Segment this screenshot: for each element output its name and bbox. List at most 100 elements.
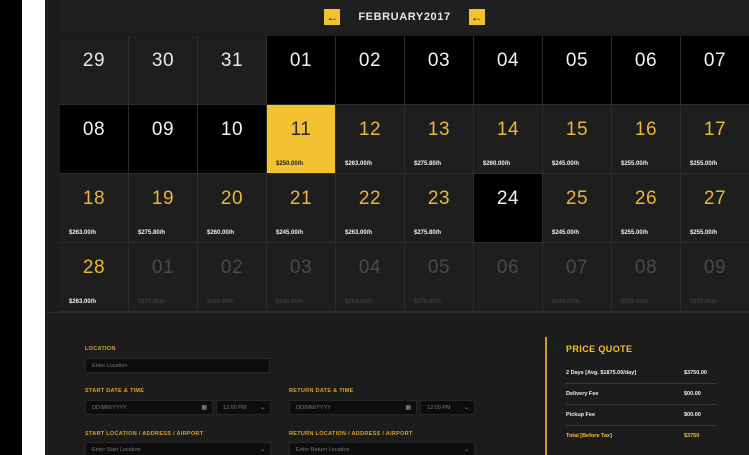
calendar-day-cell[interactable]: 24 bbox=[474, 174, 543, 243]
quote-total-value: $3750 bbox=[684, 433, 700, 439]
day-number: 31 bbox=[220, 50, 244, 71]
calendar-day-cell[interactable]: 20 $260.00/h bbox=[198, 174, 267, 243]
day-number: 01 bbox=[289, 50, 313, 71]
calendar-grid: 29 30 31 01 02 03 04 05 06 07 08 09 10 11 $250.00/h 12 $… bbox=[60, 36, 749, 312]
calendar-day-cell[interactable]: 14 $260.00/h bbox=[474, 105, 543, 174]
calendar-day-cell[interactable]: 12 $263.00/h bbox=[336, 105, 405, 174]
day-price: $255.00/h bbox=[621, 161, 649, 167]
calendar-day-cell[interactable]: 29 bbox=[60, 36, 129, 105]
start-location-placeholder: Enter Start Location bbox=[92, 446, 141, 453]
calendar-day-cell[interactable]: 02 bbox=[336, 36, 405, 105]
calendar-day-cell[interactable]: 07 bbox=[681, 36, 749, 105]
day-price: $245.00/h bbox=[552, 161, 580, 167]
quote-row-label: Delivery Fee bbox=[566, 391, 599, 397]
calendar-day-cell[interactable]: 25 $245.00/h bbox=[543, 174, 612, 243]
day-price: $250.00/h bbox=[276, 161, 304, 167]
calendar-day-cell[interactable]: 23 $275.80/h bbox=[405, 174, 474, 243]
calendar-day-cell[interactable]: 01 bbox=[267, 36, 336, 105]
calendar-day-cell[interactable]: 11 $250.00/h bbox=[267, 105, 336, 174]
calendar-day-cell[interactable]: 08 $255.00/h bbox=[612, 243, 681, 312]
start-location-select[interactable]: Enter Start Location ⌄ bbox=[85, 442, 271, 455]
day-number: 18 bbox=[82, 188, 106, 209]
calendar-day-cell[interactable]: 06 bbox=[474, 243, 543, 312]
calendar-day-cell[interactable]: 01 $275.80/h bbox=[129, 243, 198, 312]
return-location-select[interactable]: Enter Return Location ⌄ bbox=[289, 442, 475, 455]
prev-month-button[interactable]: ← bbox=[324, 8, 341, 25]
calendar-day-cell[interactable]: 05 bbox=[543, 36, 612, 105]
quote-total-label: Total [Before Tax] bbox=[566, 433, 612, 439]
day-number: 28 bbox=[82, 257, 106, 278]
price-quote-title: PRICE QUOTE bbox=[566, 344, 633, 354]
calendar-day-cell[interactable]: 03 $245.00/h bbox=[267, 243, 336, 312]
calendar-day-cell[interactable]: 26 $255.00/h bbox=[612, 174, 681, 243]
chevron-down-icon: ⌄ bbox=[259, 405, 265, 411]
quote-separator bbox=[566, 383, 716, 384]
calendar-day-cell[interactable]: 10 bbox=[198, 105, 267, 174]
day-price: $275.80/h bbox=[414, 161, 442, 167]
next-month-button[interactable]: ← bbox=[468, 8, 485, 25]
day-price: $263.00/h bbox=[345, 161, 373, 167]
start-date-placeholder: DD/MM/YYYY bbox=[92, 404, 127, 411]
calendar-day-cell[interactable]: 05 $275.80/h bbox=[405, 243, 474, 312]
day-number: 13 bbox=[427, 119, 451, 140]
day-number: 22 bbox=[358, 188, 382, 209]
quote-row-value: $00.00 bbox=[684, 412, 701, 418]
left-black-margin bbox=[0, 0, 22, 455]
day-number: 07 bbox=[703, 50, 727, 71]
day-price: $263.00/h bbox=[69, 230, 97, 236]
calendar-day-cell[interactable]: 07 $245.00/h bbox=[543, 243, 612, 312]
location-placeholder: Enter Location bbox=[92, 362, 128, 369]
calendar-day-cell[interactable]: 22 $263.00/h bbox=[336, 174, 405, 243]
month-title: FEBRUARY2017 bbox=[358, 10, 451, 23]
day-price: $275.80/h bbox=[138, 299, 166, 305]
calendar-day-cell[interactable]: 02 $260.00/h bbox=[198, 243, 267, 312]
day-number: 21 bbox=[289, 188, 313, 209]
quote-row-value: $00.00 bbox=[684, 391, 701, 397]
day-number: 16 bbox=[634, 119, 658, 140]
start-date-input[interactable]: DD/MM/YYYY ▦ bbox=[85, 400, 213, 415]
day-price: $245.00/h bbox=[552, 299, 580, 305]
day-price: $263.00/h bbox=[69, 299, 97, 305]
location-input[interactable]: Enter Location bbox=[85, 358, 270, 373]
calendar-day-cell[interactable]: 18 $263.00/h bbox=[60, 174, 129, 243]
chevron-down-icon: ⌄ bbox=[259, 447, 265, 453]
return-date-input[interactable]: DD/MM/YYYY ▦ bbox=[289, 400, 417, 415]
day-price: $260.00/h bbox=[483, 161, 511, 167]
day-number: 12 bbox=[358, 119, 382, 140]
day-price: $255.00/h bbox=[621, 230, 649, 236]
calendar-day-cell[interactable]: 09 bbox=[129, 105, 198, 174]
day-price: $245.00/h bbox=[552, 230, 580, 236]
calendar-day-cell[interactable]: 04 bbox=[474, 36, 543, 105]
day-number: 03 bbox=[289, 257, 313, 278]
calendar-day-cell[interactable]: 28 $263.00/h bbox=[60, 243, 129, 312]
calendar-day-cell[interactable]: 09 $255.00/h bbox=[681, 243, 749, 312]
quote-row-label: 2 Days [Avg. $1875.00/day] bbox=[566, 370, 637, 376]
calendar-day-cell[interactable]: 08 bbox=[60, 105, 129, 174]
day-price: $260.00/h bbox=[207, 299, 235, 305]
calendar-day-cell[interactable]: 04 $263.00/h bbox=[336, 243, 405, 312]
day-number: 25 bbox=[565, 188, 589, 209]
start-location-label: START LOCATION / ADDRESS / AIRPORT bbox=[85, 431, 204, 437]
calendar-day-cell[interactable]: 06 bbox=[612, 36, 681, 105]
calendar-day-cell[interactable]: 13 $275.80/h bbox=[405, 105, 474, 174]
day-price: $255.00/h bbox=[690, 230, 718, 236]
return-time-select[interactable]: 12:00 PM ⌄ bbox=[420, 400, 475, 415]
arrow-left-icon: ← bbox=[326, 9, 339, 24]
calendar-day-cell[interactable]: 27 $255.00/h bbox=[681, 174, 749, 243]
calendar-day-cell[interactable]: 19 $275.80/h bbox=[129, 174, 198, 243]
day-number: 19 bbox=[151, 188, 175, 209]
chevron-down-icon: ⌄ bbox=[463, 447, 469, 453]
calendar-day-cell[interactable]: 31 bbox=[198, 36, 267, 105]
calendar-day-cell[interactable]: 30 bbox=[129, 36, 198, 105]
calendar-day-cell[interactable]: 17 $255.00/h bbox=[681, 105, 749, 174]
calendar-day-cell[interactable]: 15 $245.00/h bbox=[543, 105, 612, 174]
day-price: $255.00/h bbox=[621, 299, 649, 305]
day-number: 09 bbox=[151, 119, 175, 140]
start-time-select[interactable]: 12:00 PM ⌄ bbox=[216, 400, 271, 415]
start-date-label: START DATE & TIME bbox=[85, 388, 145, 394]
day-number: 08 bbox=[634, 257, 658, 278]
calendar-day-cell[interactable]: 03 bbox=[405, 36, 474, 105]
calendar-day-cell[interactable]: 21 $245.00/h bbox=[267, 174, 336, 243]
calendar-icon: ▦ bbox=[201, 405, 207, 411]
calendar-day-cell[interactable]: 16 $255.00/h bbox=[612, 105, 681, 174]
